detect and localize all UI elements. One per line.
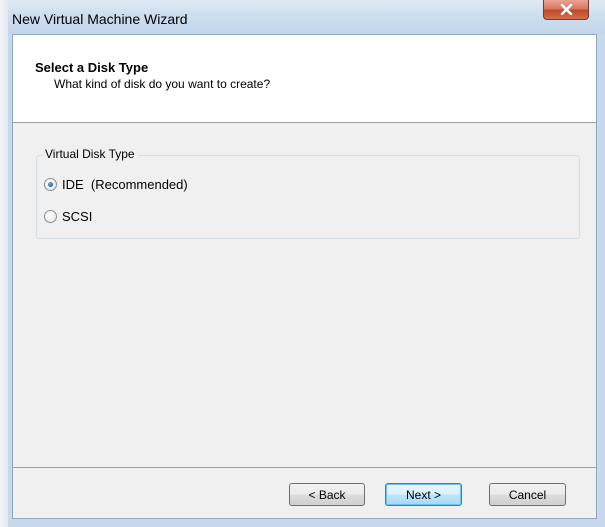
wizard-header: Select a Disk Type What kind of disk do … xyxy=(13,35,596,123)
window-title: New Virtual Machine Wizard xyxy=(12,11,188,27)
ide-radio[interactable] xyxy=(44,178,57,191)
page-subtitle: What kind of disk do you want to create? xyxy=(54,77,271,91)
desktop-background xyxy=(0,0,8,527)
footer-divider xyxy=(13,467,596,468)
group-legend: Virtual Disk Type xyxy=(42,147,138,161)
title-bar[interactable]: New Virtual Machine Wizard xyxy=(8,0,605,34)
scsi-radio[interactable] xyxy=(44,210,57,223)
cancel-button[interactable]: Cancel xyxy=(489,483,566,506)
close-button[interactable] xyxy=(543,0,589,20)
wizard-content: Select a Disk Type What kind of disk do … xyxy=(12,34,597,519)
next-button[interactable]: Next > xyxy=(385,483,462,506)
page-title: Select a Disk Type xyxy=(35,60,149,75)
scsi-option[interactable]: SCSI xyxy=(44,209,92,224)
ide-option[interactable]: IDE (Recommended) xyxy=(44,177,188,192)
ide-label: IDE (Recommended) xyxy=(62,177,188,192)
scsi-label: SCSI xyxy=(62,209,93,224)
back-button[interactable]: < Back xyxy=(289,483,365,506)
wizard-window: New Virtual Machine Wizard Select a Disk… xyxy=(8,0,605,527)
virtual-disk-type-group xyxy=(36,155,580,239)
close-icon xyxy=(560,4,573,15)
